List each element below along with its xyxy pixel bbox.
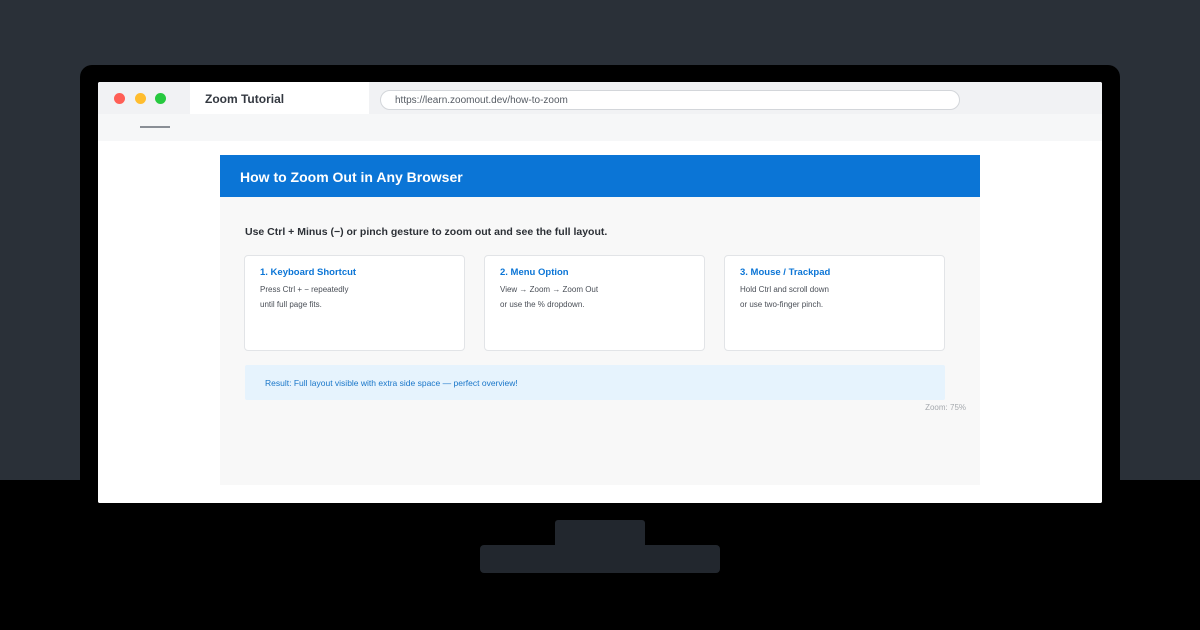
card-text: or use the % dropdown. [500, 300, 585, 309]
card-title: 1. Keyboard Shortcut [260, 267, 357, 278]
content-panel: How to Zoom Out in Any Browser Use Ctrl … [220, 155, 980, 485]
page-title: How to Zoom Out in Any Browser [240, 169, 463, 185]
card-menu-option: 2. Menu Option View → Zoom → Zoom Out or… [484, 255, 705, 351]
card-title: 3. Mouse / Trackpad [740, 267, 831, 278]
intro-text: Use Ctrl + Minus (−) or pinch gesture to… [245, 226, 608, 238]
result-banner: Result: Full layout visible with extra s… [245, 365, 945, 400]
card-text: View → Zoom → Zoom Out [500, 285, 599, 294]
minimize-window-button[interactable] [135, 93, 146, 104]
card-keyboard-shortcut: 1. Keyboard Shortcut Press Ctrl + − repe… [244, 255, 465, 351]
monitor-stand-base [480, 545, 720, 573]
card-text: or use two-finger pinch. [740, 300, 824, 309]
browser-tab-active[interactable]: Zoom Tutorial [190, 82, 369, 114]
page-viewport: How to Zoom Out in Any Browser Use Ctrl … [98, 141, 1102, 503]
browser-toolbar [98, 114, 1102, 141]
maximize-window-button[interactable] [155, 93, 166, 104]
result-text: Result: Full layout visible with extra s… [265, 378, 518, 388]
card-title: 2. Menu Option [500, 267, 569, 278]
tab-indicator [140, 126, 170, 128]
zoom-level-label: Zoom: 75% [925, 403, 966, 412]
address-bar[interactable]: https://learn.zoomout.dev/how-to-zoom [380, 90, 960, 110]
card-text: until full page fits. [260, 300, 322, 309]
tab-title: Zoom Tutorial [205, 92, 285, 106]
card-text: Press Ctrl + − repeatedly [260, 285, 349, 294]
monitor-screen: Zoom Tutorial https://learn.zoomout.dev/… [98, 82, 1102, 503]
page-header: How to Zoom Out in Any Browser [220, 155, 980, 197]
close-window-button[interactable] [114, 93, 125, 104]
card-mouse-trackpad: 3. Mouse / Trackpad Hold Ctrl and scroll… [724, 255, 945, 351]
card-text: Hold Ctrl and scroll down [740, 285, 829, 294]
browser-chrome: Zoom Tutorial https://learn.zoomout.dev/… [98, 82, 1102, 141]
url-text: https://learn.zoomout.dev/how-to-zoom [395, 95, 568, 106]
